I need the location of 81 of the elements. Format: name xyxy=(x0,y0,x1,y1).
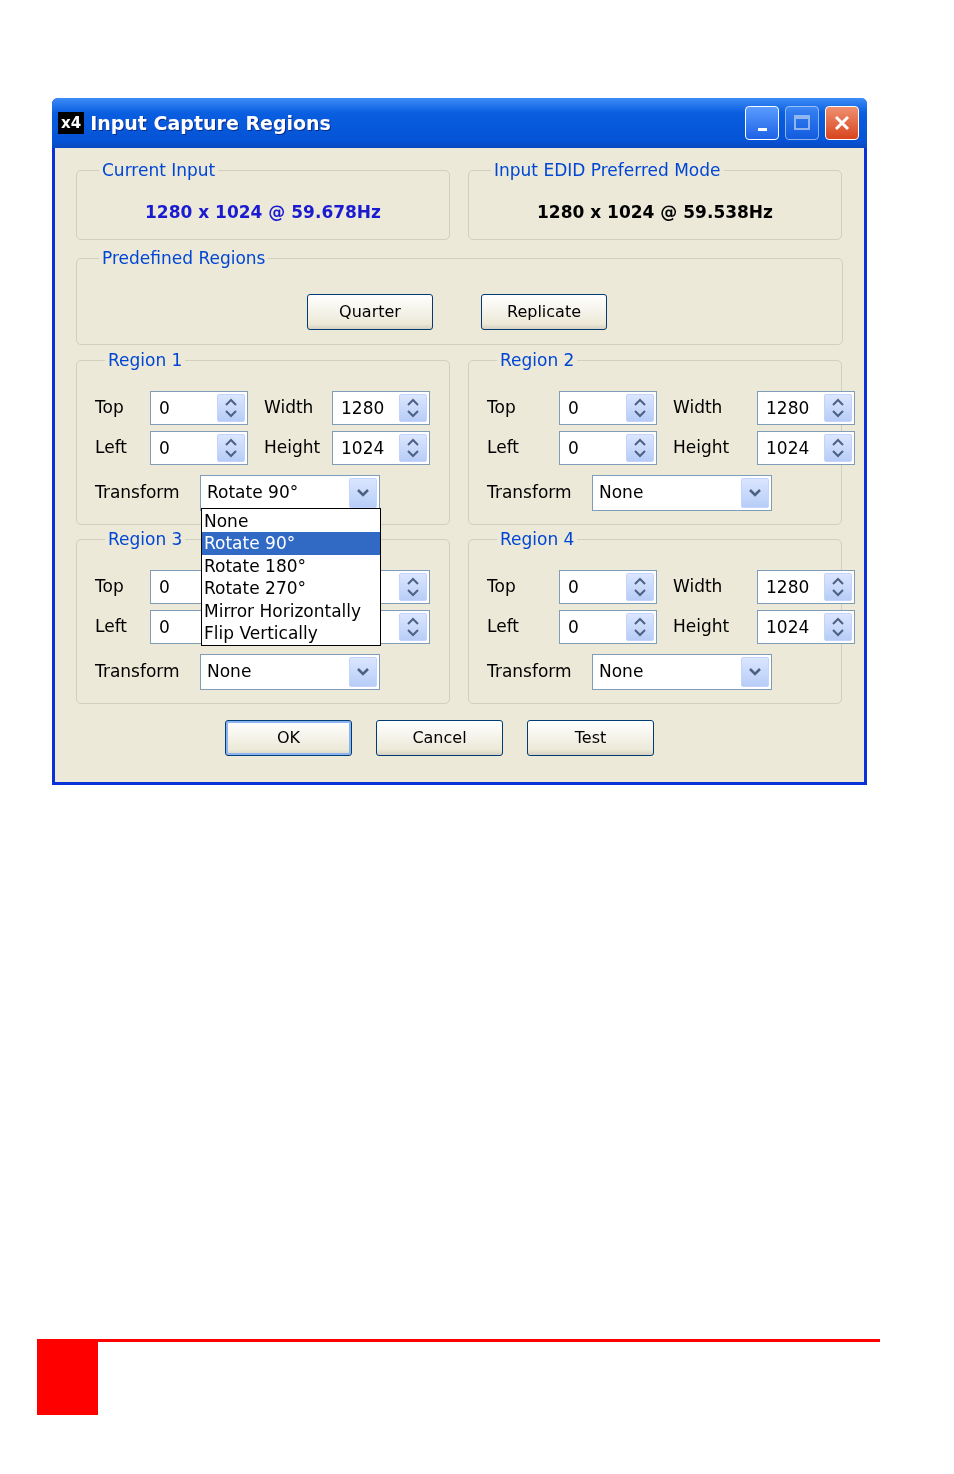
field-label: Left xyxy=(487,435,519,459)
field-label: Transform xyxy=(487,659,573,683)
field-label: Width xyxy=(673,395,723,419)
dropdown-button[interactable] xyxy=(741,656,769,687)
field-label: Transform xyxy=(487,480,573,504)
dialog-button[interactable]: Cancel xyxy=(376,720,503,756)
spin-button[interactable] xyxy=(626,393,654,422)
mode-value: 1280 x 1024 @ 59.538Hz xyxy=(536,200,774,224)
mode-value: 1280 x 1024 @ 59.678Hz xyxy=(144,200,382,224)
up-down-arrows-icon xyxy=(406,396,420,419)
up-down-arrows-icon xyxy=(831,575,845,598)
up-down-arrows-icon xyxy=(633,436,647,459)
spin-button[interactable] xyxy=(399,572,427,601)
chevron-down-icon xyxy=(748,487,762,498)
dropdown-option[interactable]: Rotate 90° xyxy=(202,532,380,555)
close-icon xyxy=(833,114,851,132)
chevron-down-icon xyxy=(356,487,370,498)
up-down-arrows-icon xyxy=(406,575,420,598)
dropdown-field[interactable]: None xyxy=(592,474,772,511)
window-title: Input Capture Regions xyxy=(90,110,332,136)
group-title: Current Input xyxy=(99,160,219,180)
dropdown-field[interactable]: None xyxy=(200,653,380,690)
up-down-arrows-icon xyxy=(633,396,647,419)
app-icon: x4 xyxy=(58,112,85,134)
group-title: Region 3 xyxy=(105,529,186,549)
field-label: Width xyxy=(264,395,314,419)
spin-button[interactable] xyxy=(824,393,852,422)
group-title: Input EDID Preferred Mode xyxy=(491,160,724,180)
dropdown-field[interactable]: None xyxy=(592,653,772,690)
chevron-down-icon xyxy=(748,666,762,677)
close-button[interactable] xyxy=(825,106,859,140)
preset-button[interactable]: Replicate xyxy=(481,293,607,330)
group-title: Region 2 xyxy=(497,350,578,370)
field-label: Transform xyxy=(95,659,181,683)
spin-button[interactable] xyxy=(824,612,852,641)
spin-button[interactable] xyxy=(824,433,852,462)
field-label: Height xyxy=(673,435,730,459)
up-down-arrows-icon xyxy=(224,396,238,419)
dropdown-button[interactable] xyxy=(741,477,769,508)
field-label: Top xyxy=(487,574,516,598)
maximize-icon xyxy=(793,114,811,132)
dropdown-button[interactable] xyxy=(349,656,377,687)
preset-button[interactable]: Quarter xyxy=(307,293,433,330)
field-label: Top xyxy=(95,574,124,598)
spin-button[interactable] xyxy=(399,433,427,462)
field-label: Height xyxy=(264,435,321,459)
minimize-button[interactable] xyxy=(745,106,779,140)
up-down-arrows-icon xyxy=(406,615,420,638)
field-label: Left xyxy=(487,614,519,638)
field-label: Transform xyxy=(95,480,181,504)
spin-button[interactable] xyxy=(399,612,427,641)
chevron-down-icon xyxy=(356,666,370,677)
spin-button[interactable] xyxy=(626,612,654,641)
dropdown-button[interactable] xyxy=(349,477,377,508)
spin-button[interactable] xyxy=(824,572,852,601)
group-title: Region 4 xyxy=(497,529,578,549)
up-down-arrows-icon xyxy=(633,575,647,598)
up-down-arrows-icon xyxy=(831,396,845,419)
dropdown-option[interactable]: None xyxy=(202,509,380,532)
up-down-arrows-icon xyxy=(224,436,238,459)
field-label: Height xyxy=(673,614,730,638)
field-label: Top xyxy=(487,395,516,419)
dialog-button[interactable]: OK xyxy=(225,720,352,756)
spin-button[interactable] xyxy=(626,572,654,601)
dialog-button[interactable]: Test xyxy=(527,720,654,756)
field-label: Width xyxy=(673,574,723,598)
spin-button[interactable] xyxy=(217,393,245,422)
field-label: Left xyxy=(95,435,127,459)
up-down-arrows-icon xyxy=(406,436,420,459)
up-down-arrows-icon xyxy=(831,436,845,459)
spin-button[interactable] xyxy=(217,433,245,462)
group-title: Predefined Regions xyxy=(99,248,269,268)
minimize-icon xyxy=(757,127,767,131)
field-label: Top xyxy=(95,395,124,419)
spin-button[interactable] xyxy=(399,393,427,422)
up-down-arrows-icon xyxy=(633,615,647,638)
field-label: Left xyxy=(95,614,127,638)
maximize-button[interactable] xyxy=(785,106,819,140)
up-down-arrows-icon xyxy=(831,615,845,638)
group-title: Region 1 xyxy=(105,350,186,370)
spin-button[interactable] xyxy=(626,433,654,462)
